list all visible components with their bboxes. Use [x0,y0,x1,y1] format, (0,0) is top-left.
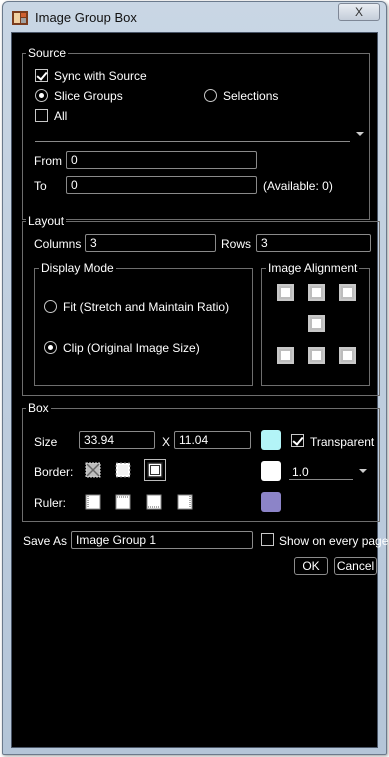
border-dotted-icon[interactable] [115,462,131,478]
close-button[interactable]: X [338,3,380,21]
ruler-left-icon[interactable] [85,494,101,510]
border-width-dropdown-icon[interactable] [359,469,367,473]
box-group-label: Box [26,401,51,415]
rows-label: Rows [221,237,252,251]
size-x-label: X [162,435,171,449]
source-list-separator [35,141,350,142]
box-group [22,408,380,522]
all-checkbox[interactable] [35,109,48,122]
sync-with-source-label: Sync with Source [54,69,147,83]
layout-group-label: Layout [26,214,67,228]
align-top-left-cell[interactable] [277,284,294,301]
transparent-label: Transparent [310,435,375,449]
selections-radio[interactable] [204,89,217,102]
app-icon [12,11,28,25]
columns-label: Columns [34,237,82,251]
fit-radio[interactable] [44,300,57,313]
rows-input[interactable]: 3 [256,234,371,252]
border-label: Border: [34,465,74,479]
border-width-underline [289,479,353,480]
from-input[interactable]: 0 [66,151,257,169]
close-icon: X [354,5,363,19]
title-bar[interactable]: Image Group Box X [3,2,386,32]
align-bottom-right-cell[interactable] [339,347,356,364]
ruler-bottom-icon[interactable] [146,494,162,510]
align-center-cell[interactable] [308,315,325,332]
cancel-button[interactable]: Cancel [334,557,377,575]
slice-groups-label: Slice Groups [54,89,123,103]
selections-label: Selections [223,89,279,103]
border-width-value[interactable]: 1.0 [292,465,309,479]
ok-button[interactable]: OK [294,557,328,575]
transparent-checkbox[interactable] [291,434,304,447]
source-list-dropdown-icon[interactable] [356,132,364,136]
display-mode-group [34,268,253,386]
display-mode-label: Display Mode [39,261,116,275]
dialog-body: Source Sync with Source Slice Groups Sel… [11,32,388,748]
to-input[interactable]: 0 [66,176,257,194]
ruler-color-swatch[interactable] [261,492,281,512]
align-bottom-center-cell[interactable] [308,347,325,364]
show-every-page-label: Show on every page [279,534,389,548]
sync-with-source-checkbox[interactable] [35,69,48,82]
box-width-input[interactable]: 33.94 [79,431,155,449]
columns-input[interactable]: 3 [85,234,216,252]
clip-label: Clip (Original Image Size) [63,341,200,355]
box-height-input[interactable]: 11.04 [174,431,251,449]
align-bottom-left-cell[interactable] [277,347,294,364]
size-label: Size [34,435,58,449]
save-as-input[interactable]: Image Group 1 [71,531,253,549]
ruler-label: Ruler: [34,496,67,510]
show-every-page-checkbox[interactable] [261,533,274,546]
all-label: All [54,109,68,123]
to-label: To [34,179,47,193]
size-color-swatch[interactable] [261,430,281,450]
border-solid-icon[interactable] [144,459,166,481]
border-none-icon[interactable] [85,462,101,478]
ruler-right-icon[interactable] [177,494,193,510]
image-group-box-dialog: Image Group Box X Source Sync with Sourc… [2,1,388,755]
clip-radio[interactable] [44,341,57,354]
align-top-center-cell[interactable] [308,284,325,301]
window-title: Image Group Box [35,10,137,25]
align-top-right-cell[interactable] [339,284,356,301]
slice-groups-radio[interactable] [35,89,48,102]
from-label: From [34,154,62,168]
source-group-label: Source [26,46,69,60]
available-count: (Available: 0) [263,179,333,193]
image-alignment-label: Image Alignment [266,261,360,275]
border-color-swatch[interactable] [261,461,281,481]
fit-label: Fit (Stretch and Maintain Ratio) [63,300,230,314]
save-as-label: Save As [23,534,68,548]
ruler-top-icon[interactable] [115,494,131,510]
